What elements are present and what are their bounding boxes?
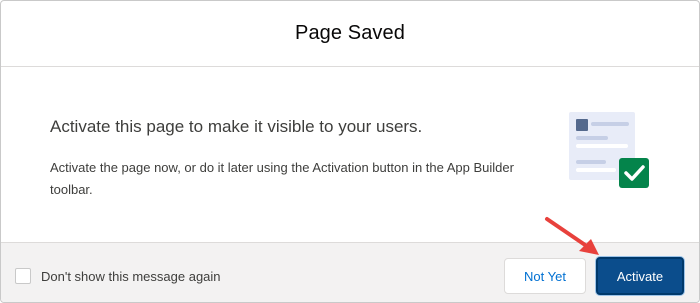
modal-title: Page Saved: [295, 22, 405, 44]
document-square: [576, 119, 588, 131]
document-line: [591, 122, 629, 126]
document-check-icon: [569, 112, 649, 188]
page-saved-modal: Page Saved Activate this page to make it…: [0, 0, 700, 303]
activate-button[interactable]: Activate: [596, 257, 684, 295]
modal-footer: Don't show this message again Not Yet Ac…: [1, 242, 699, 302]
document-line: [576, 144, 628, 148]
dont-show-again-checkbox[interactable]: [15, 268, 31, 284]
dont-show-again-label: Don't show this message again: [41, 268, 221, 284]
document-line: [576, 136, 608, 140]
modal-headline: Activate this page to make it visible to…: [50, 117, 423, 136]
modal-header: Page Saved: [1, 1, 699, 67]
dont-show-again-option[interactable]: Don't show this message again: [15, 268, 221, 284]
check-badge: [619, 158, 649, 188]
not-yet-button[interactable]: Not Yet: [504, 258, 586, 294]
modal-body: Activate this page to make it visible to…: [1, 67, 699, 242]
document-line: [576, 160, 606, 164]
document-line: [576, 168, 616, 172]
modal-description: Activate the page now, or do it later us…: [50, 160, 514, 197]
